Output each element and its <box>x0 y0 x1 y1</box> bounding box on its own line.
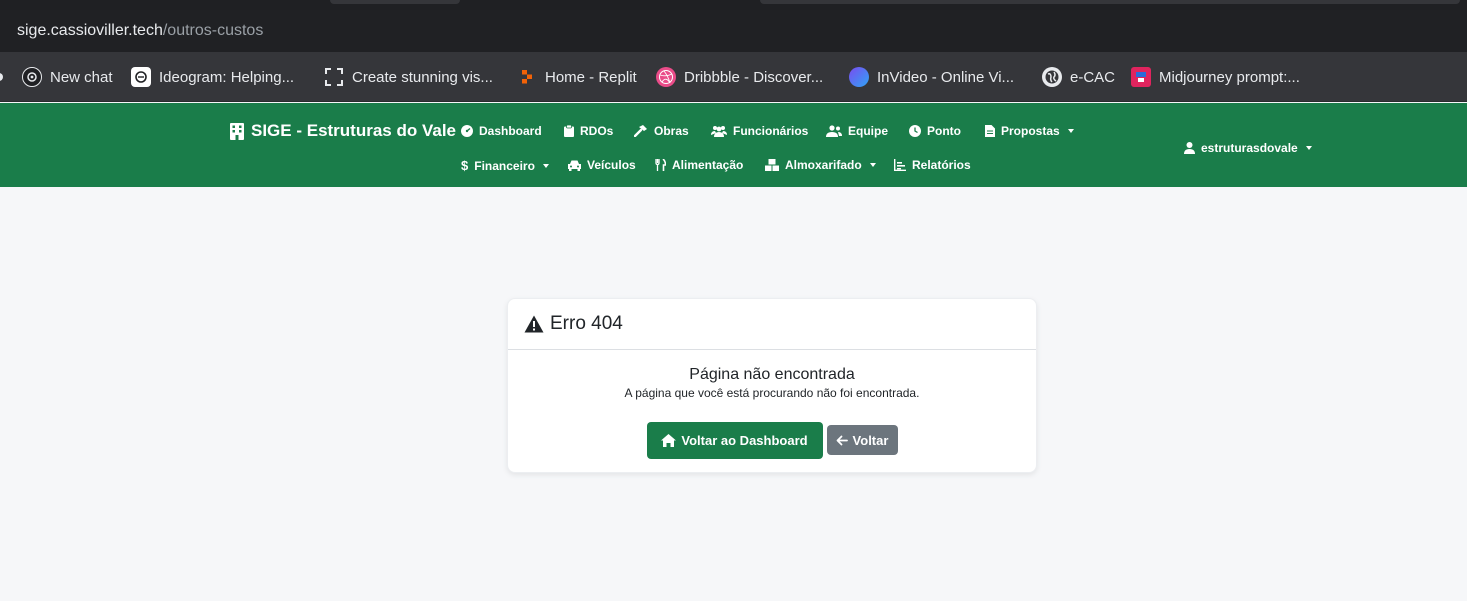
midjourney-icon <box>1131 67 1151 87</box>
browser-tab-strip <box>0 0 1467 10</box>
nav-veiculos[interactable]: Veículos <box>568 158 636 172</box>
browser-tab[interactable] <box>760 0 1460 4</box>
bookmark-invideo[interactable]: InVideo - Online Vi... <box>849 66 1014 88</box>
bookmark-create-stunning[interactable]: Create stunning vis... <box>324 66 493 88</box>
nav-equipe[interactable]: Equipe <box>826 124 888 138</box>
nav-funcionarios[interactable]: Funcionários <box>711 124 808 138</box>
chevron-down-icon <box>869 163 876 167</box>
brand-name: SIGE - Estruturas do Vale <box>251 121 457 140</box>
url-text: sige.cassioviller.tech/outros-custos <box>17 22 263 40</box>
utensils-icon <box>655 159 666 171</box>
chevron-down-icon <box>1067 129 1074 133</box>
bookmark-label: Dribbble - Discover... <box>684 68 824 86</box>
nav-label: Obras <box>654 124 689 138</box>
nav-label: Relatórios <box>912 158 971 172</box>
clipboard-icon <box>564 125 574 137</box>
error-description: A página que você está procurando não fo… <box>624 386 920 400</box>
nav-propostas[interactable]: Propostas <box>985 124 1074 138</box>
button-label: Voltar <box>852 432 889 448</box>
error-card: Erro 404 Página não encontrada A página … <box>507 298 1037 473</box>
nav-label: Equipe <box>848 124 889 138</box>
chart-bar-icon <box>894 159 906 171</box>
nav-dashboard[interactable]: Dashboard <box>461 124 542 138</box>
bookmark-label: Midjourney prompt:... <box>1159 68 1300 86</box>
bookmark-label: Ideogram: Helping... <box>159 68 295 86</box>
nav-rdos[interactable]: RDOs <box>564 124 613 138</box>
boxes-icon <box>765 159 779 171</box>
user-name: estruturasdovale <box>1201 141 1298 155</box>
nav-label: Financeiro <box>474 158 535 173</box>
browser-tab[interactable] <box>330 0 460 4</box>
nav-label: Dashboard <box>479 124 542 138</box>
nav-label: Almoxarifado <box>785 158 862 172</box>
nav-label: Propostas <box>1001 124 1060 138</box>
bookmark-new-chat[interactable]: New chat <box>22 66 113 88</box>
app-navbar: SIGE - Estruturas do Vale Dashboard RDOs… <box>0 103 1467 187</box>
frame-icon <box>324 67 344 87</box>
bookmark-ecac[interactable]: e-CAC <box>1042 66 1115 88</box>
back-button[interactable]: Voltar <box>826 425 898 455</box>
car-icon <box>568 160 581 171</box>
bookmark-ideogram[interactable]: Ideogram: Helping... <box>131 66 294 88</box>
button-group: Voltar ao Dashboard Voltar <box>508 422 1036 459</box>
chevron-down-icon <box>542 163 549 168</box>
bookmark-label: New chat <box>50 68 113 86</box>
file-icon <box>985 125 995 137</box>
openai-icon <box>22 67 42 87</box>
nav-label: RDOs <box>580 124 614 138</box>
bookmark-label: Home - Replit <box>545 68 637 86</box>
button-label: Voltar ao Dashboard <box>681 433 808 448</box>
bookmark-label: Create stunning vis... <box>352 68 493 86</box>
url-path: /outros-custos <box>162 22 264 39</box>
gauge-icon <box>461 125 473 137</box>
nav-label: Ponto <box>927 124 961 138</box>
user-menu[interactable]: estruturasdovale <box>1184 141 1312 155</box>
nav-financeiro[interactable]: $ Financeiro <box>461 158 549 173</box>
nav-alimentacao[interactable]: Alimentação <box>655 158 743 172</box>
card-body: Página não encontrada A página que você … <box>508 351 1036 400</box>
dollar-icon: $ <box>461 158 469 173</box>
arrow-left-icon <box>836 435 848 445</box>
nav-almoxarifado[interactable]: Almoxarifado <box>765 158 876 172</box>
nav-label: Alimentação <box>672 158 744 172</box>
address-bar: sige.cassioviller.tech/outros-custos <box>0 10 1467 52</box>
card-title: Erro 404 <box>550 313 623 334</box>
building-icon <box>230 122 244 140</box>
url-field[interactable]: sige.cassioviller.tech/outros-custos <box>0 10 1467 52</box>
clock-icon <box>909 125 921 137</box>
users-icon <box>711 126 727 137</box>
user-group-icon <box>826 125 842 137</box>
warning-icon <box>524 315 544 333</box>
nav-label: Veículos <box>587 158 636 172</box>
nav-relatorios[interactable]: Relatórios <box>894 158 971 172</box>
card-header: Erro 404 <box>508 299 1036 350</box>
bookmark-label: InVideo - Online Vi... <box>877 68 1015 86</box>
error-heading: Página não encontrada <box>689 366 855 383</box>
chevron-down-icon <box>1305 146 1312 150</box>
user-icon <box>1184 142 1195 154</box>
bookmark-midjourney[interactable]: Midjourney prompt:... <box>1131 66 1300 88</box>
ideogram-icon <box>131 67 151 87</box>
bookmark-partial-icon <box>0 73 3 81</box>
replit-icon <box>517 67 537 87</box>
bookmark-label: e-CAC <box>1070 68 1116 86</box>
back-to-dashboard-button[interactable]: Voltar ao Dashboard <box>646 422 823 459</box>
bookmark-replit[interactable]: Home - Replit <box>517 66 637 88</box>
brand-link[interactable]: SIGE - Estruturas do Vale <box>230 121 456 141</box>
nav-ponto[interactable]: Ponto <box>909 124 961 138</box>
nav-obras[interactable]: Obras <box>634 124 689 138</box>
globe-icon <box>1042 67 1062 87</box>
invideo-icon <box>849 67 869 87</box>
dribbble-icon <box>656 67 676 87</box>
bookmarks-bar: New chat Ideogram: Helping... Create stu… <box>0 52 1467 102</box>
hammer-icon <box>634 125 647 137</box>
nav-label: Funcionários <box>733 124 809 138</box>
home-icon <box>661 434 677 447</box>
bookmark-dribbble[interactable]: Dribbble - Discover... <box>656 66 823 88</box>
url-host: sige.cassioviller.tech <box>17 22 163 39</box>
